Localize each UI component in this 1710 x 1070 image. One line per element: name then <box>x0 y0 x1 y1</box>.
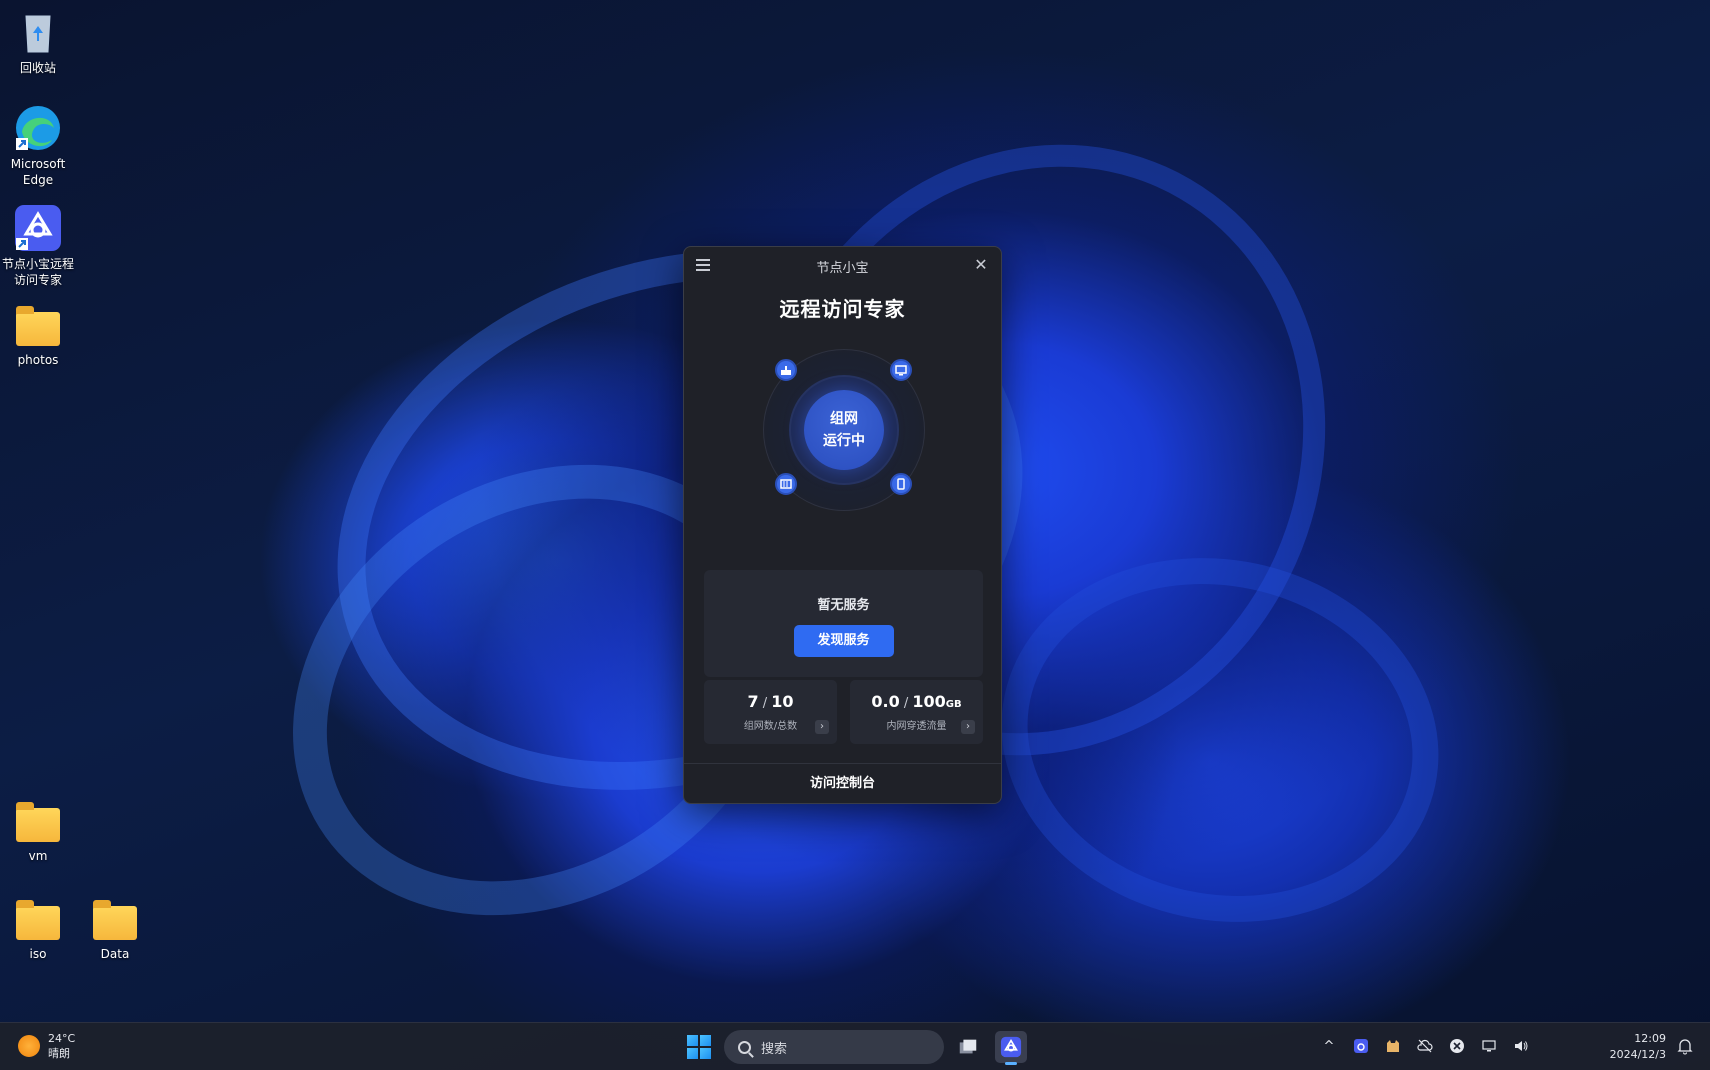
status-line-1: 组网 <box>830 411 858 427</box>
weather-widget[interactable]: 24°C 晴朗 <box>18 1031 75 1061</box>
desktop-icon-label: Data <box>100 947 130 961</box>
status-line-2: 运行中 <box>823 433 865 449</box>
desktop-icon-iso[interactable]: iso <box>0 898 76 962</box>
nas-icon <box>775 473 797 495</box>
cat-app-icon[interactable] <box>1384 1037 1402 1055</box>
title-bar: 节点小宝 ✕ <box>684 247 1001 285</box>
router-icon <box>775 359 797 381</box>
desktop-icon-label: iso <box>29 947 47 961</box>
task-view-icon[interactable] <box>952 1031 984 1063</box>
discover-service-button[interactable]: 发现服务 <box>793 625 894 657</box>
jiedian-taskbar-icon[interactable] <box>995 1031 1027 1065</box>
service-card: 暂无服务 发现服务 <box>704 570 983 677</box>
stat-separator: / <box>758 696 772 711</box>
network-status-core: 组网 运行中 <box>804 390 884 470</box>
search-placeholder: 搜索 <box>761 1041 788 1057</box>
desktop-icon-photos[interactable]: photos <box>0 304 76 368</box>
stat-total: 10 <box>771 692 794 711</box>
windows-start-icon[interactable] <box>687 1035 711 1059</box>
cloud-offline-icon[interactable] <box>1416 1037 1434 1055</box>
desktop-icon-data[interactable]: Data <box>77 898 153 962</box>
desktop-icon-label: photos <box>17 353 59 367</box>
stat-total: 100 <box>912 692 946 711</box>
folder-icon <box>16 306 60 346</box>
stat-separator: / <box>899 696 913 711</box>
clock-time: 12:09 <box>1634 1032 1666 1045</box>
stat-unit: GB <box>945 699 962 710</box>
app-window: 节点小宝 ✕ 远程访问专家 组网 运行中 暂无服务 发现服务 7 / 10 组网… <box>683 246 1002 804</box>
chevron-right-icon[interactable]: › <box>961 720 975 734</box>
network-status-orbit: 组网 运行中 <box>763 349 925 511</box>
folder-icon <box>93 900 137 940</box>
stat-current: 0.0 <box>871 692 900 711</box>
edge-icon <box>14 104 62 152</box>
network-icon[interactable] <box>1480 1037 1498 1055</box>
monitor-icon <box>890 359 912 381</box>
clock[interactable]: 12:09 2024/12/3 <box>1610 1031 1666 1063</box>
desktop-icon-jiedian[interactable]: 节点小宝远程访问专家 <box>0 204 76 288</box>
desktop-icon-label: 节点小宝远程访问专家 <box>1 257 74 287</box>
desktop-icon-edge[interactable]: Microsoft Edge <box>0 104 76 188</box>
desktop-icon-recycle-bin[interactable]: 回收站 <box>0 8 76 76</box>
close-icon[interactable]: ✕ <box>971 255 991 275</box>
taskbar: 24°C 晴朗 搜索 ^ 12:09 2024/12/3 <box>0 1022 1710 1070</box>
desktop-icon-vm[interactable]: vm <box>0 800 76 864</box>
weather-condition: 晴朗 <box>48 1047 70 1060</box>
stat-current: 7 <box>747 692 759 711</box>
menu-icon[interactable] <box>696 259 710 271</box>
traffic-card[interactable]: 0.0 / 100GB 内网穿透流量 › <box>850 680 983 744</box>
close-circle-icon[interactable] <box>1448 1037 1466 1055</box>
clock-date: 2024/12/3 <box>1609 1048 1666 1061</box>
service-empty-text: 暂无服务 <box>817 598 870 613</box>
desktop-icon-label: vm <box>28 849 48 863</box>
sun-icon <box>18 1035 40 1057</box>
wallpaper-swirl <box>967 518 1473 962</box>
volume-icon[interactable] <box>1512 1037 1530 1055</box>
network-count-card[interactable]: 7 / 10 组网数/总数 › <box>704 680 837 744</box>
app-heading: 远程访问专家 <box>779 297 906 321</box>
desktop-icon-label: 回收站 <box>19 61 56 75</box>
network-count-value: 7 / 10 <box>704 692 837 711</box>
notification-bell-icon[interactable] <box>1676 1037 1694 1055</box>
recycle-bin-icon <box>14 8 62 56</box>
folder-icon <box>16 900 60 940</box>
chevron-right-icon[interactable]: › <box>815 720 829 734</box>
phone-icon <box>890 473 912 495</box>
traffic-value: 0.0 / 100GB <box>850 692 983 711</box>
window-title: 节点小宝 <box>816 260 869 276</box>
chevron-up-icon[interactable]: ^ <box>1320 1037 1338 1055</box>
folder-icon <box>16 802 60 842</box>
desktop-icon-label: Microsoft Edge <box>10 157 66 187</box>
taskbar-search[interactable]: 搜索 <box>724 1030 944 1064</box>
console-link[interactable]: 访问控制台 <box>684 763 1001 803</box>
search-icon <box>738 1040 751 1054</box>
jiedian-tray-icon[interactable] <box>1352 1037 1370 1055</box>
system-tray: ^ <box>1320 1037 1530 1055</box>
weather-temp: 24°C <box>48 1032 76 1045</box>
jiedian-app-icon <box>14 204 62 252</box>
